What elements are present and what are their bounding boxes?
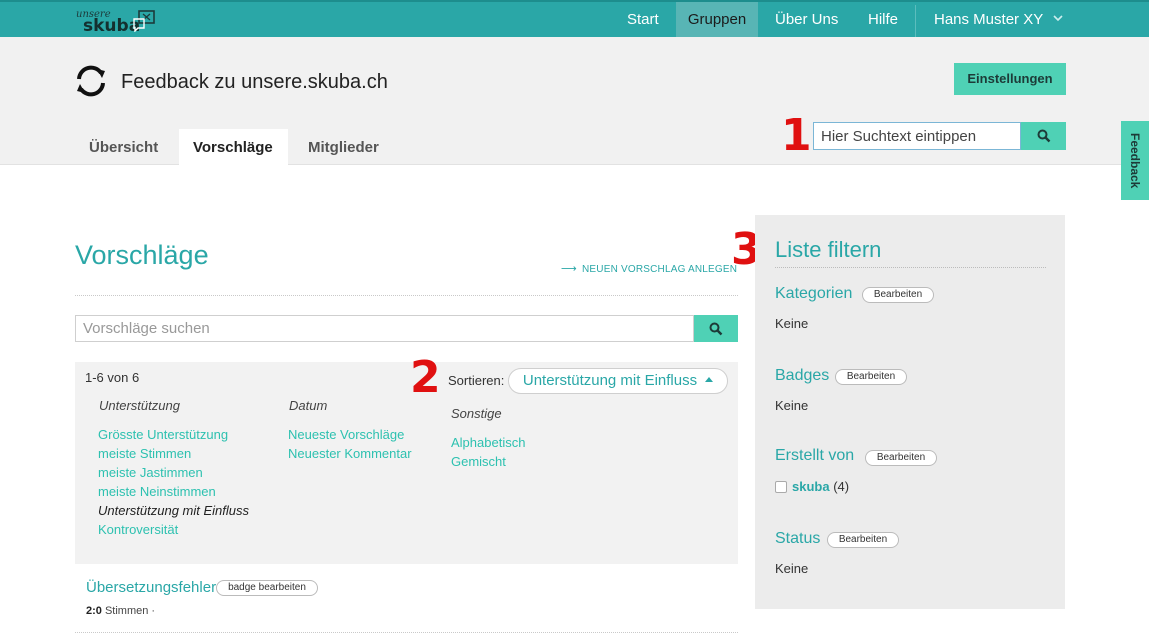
proposal-search — [75, 315, 738, 342]
nav-hilfe[interactable]: Hilfe — [868, 2, 898, 37]
sort-option[interactable]: Gemischt — [451, 454, 506, 469]
divider — [775, 267, 1046, 268]
tab-vorschlaege[interactable]: Vorschläge — [179, 129, 288, 165]
group-title: Feedback zu unsere.skuba.ch — [121, 71, 388, 93]
caret-up-icon — [705, 377, 714, 382]
edit-kategorien-button[interactable]: Bearbeiten — [862, 287, 934, 303]
nav-divider — [915, 5, 916, 37]
page-title: Vorschläge — [75, 240, 209, 270]
feedback-side-tab[interactable]: Feedback — [1121, 121, 1149, 200]
sort-column-heading: Datum — [289, 398, 328, 413]
skuba-logo[interactable]: unsere skuba — [76, 9, 158, 37]
filter-heading-status: Status — [775, 530, 821, 547]
filter-value: Keine — [775, 398, 809, 413]
proposal-search-input[interactable] — [75, 315, 694, 342]
divider — [75, 632, 738, 633]
group-search — [813, 122, 1066, 150]
sort-option[interactable]: Grösste Unterstützung — [98, 427, 228, 442]
sort-option[interactable]: meiste Stimmen — [98, 446, 191, 461]
sort-panel: 1-6 von 6 2 Sortieren: Unterstützung mit… — [75, 356, 738, 564]
filter-title: Liste filtern — [775, 237, 882, 262]
search-icon — [1037, 129, 1050, 143]
sort-option[interactable]: Kontroversität — [98, 522, 178, 537]
sort-label: Sortieren: — [448, 373, 505, 388]
filter-heading-badges: Badges — [775, 367, 830, 384]
filter-value: Keine — [775, 316, 809, 331]
annotation-number-2: 2 — [410, 352, 441, 403]
proposal-title-link[interactable]: Übersetzungsfehler — [86, 579, 216, 596]
nav-gruppen[interactable]: Gruppen — [676, 2, 758, 37]
user-name: Hans Muster XY — [934, 11, 1043, 28]
filter-value: Keine — [775, 561, 809, 576]
chevron-down-icon — [1053, 15, 1063, 22]
proposal-search-button[interactable] — [694, 315, 738, 342]
vote-ratio: 2:0 — [86, 605, 102, 617]
nav-start[interactable]: Start — [627, 2, 659, 37]
filter-heading-kategorien: Kategorien — [775, 285, 853, 302]
edit-status-button[interactable]: Bearbeiten — [827, 532, 899, 548]
annotation-number-1: 1 — [781, 110, 812, 161]
result-count: 1-6 von 6 — [85, 370, 140, 385]
sort-option[interactable]: meiste Neinstimmen — [98, 484, 216, 499]
sort-option[interactable]: Neuester Kommentar — [288, 446, 412, 461]
filter-sidebar: Liste filtern Kategorien Bearbeiten Kein… — [755, 215, 1065, 609]
sort-option[interactable]: Alphabetisch — [451, 435, 525, 450]
sort-selected-value: Unterstützung mit Einfluss — [522, 372, 698, 389]
edit-erstellt-von-button[interactable]: Bearbeiten — [865, 450, 937, 466]
settings-button[interactable]: Einstellungen — [954, 63, 1066, 95]
proposal-votes: 2:0 Stimmen · — [86, 605, 155, 617]
sort-option[interactable]: Neueste Vorschläge — [288, 427, 404, 442]
sync-icon — [77, 65, 105, 97]
tab-mitglieder[interactable]: Mitglieder — [294, 129, 393, 165]
user-menu[interactable]: Hans Muster XY — [934, 2, 1063, 37]
new-proposal-link[interactable]: ⟶ NEUEN VORSCHLAG ANLEGEN — [561, 262, 737, 275]
user-filter-checkbox[interactable] — [775, 481, 787, 493]
sort-column-heading: Sonstige — [451, 406, 502, 421]
nav-ueber-uns[interactable]: Über Uns — [775, 2, 838, 37]
sort-column-heading: Unterstützung — [99, 398, 180, 413]
sort-option[interactable]: meiste Jastimmen — [98, 465, 203, 480]
divider — [75, 295, 738, 296]
speech-bubbles-icon — [133, 10, 155, 32]
feedback-tab-label: Feedback — [1128, 133, 1142, 189]
votes-label: Stimmen · — [104, 605, 156, 617]
edit-badges-button[interactable]: Bearbeiten — [835, 369, 907, 385]
group-search-input[interactable] — [813, 122, 1021, 150]
arrow-right-icon: ⟶ — [561, 263, 577, 275]
sort-option-current: Unterstützung mit Einfluss — [98, 503, 250, 518]
user-filter-item: skuba (4) — [792, 479, 849, 494]
sort-dropdown[interactable]: Unterstützung mit Einfluss — [508, 368, 728, 394]
badge-edit-button[interactable]: badge bearbeiten — [216, 580, 318, 596]
user-filter-count: (4) — [833, 479, 850, 494]
tab-uebersicht[interactable]: Übersicht — [75, 129, 172, 165]
new-proposal-label: NEUEN VORSCHLAG ANLEGEN — [581, 264, 738, 275]
top-navigation-bar: unsere skuba Start Gruppen Über Uns Hilf… — [0, 0, 1149, 37]
group-search-button[interactable] — [1021, 122, 1066, 150]
search-icon — [709, 322, 723, 335]
filter-heading-erstellt-von: Erstellt von — [775, 447, 855, 464]
user-filter-name[interactable]: skuba — [792, 479, 830, 494]
